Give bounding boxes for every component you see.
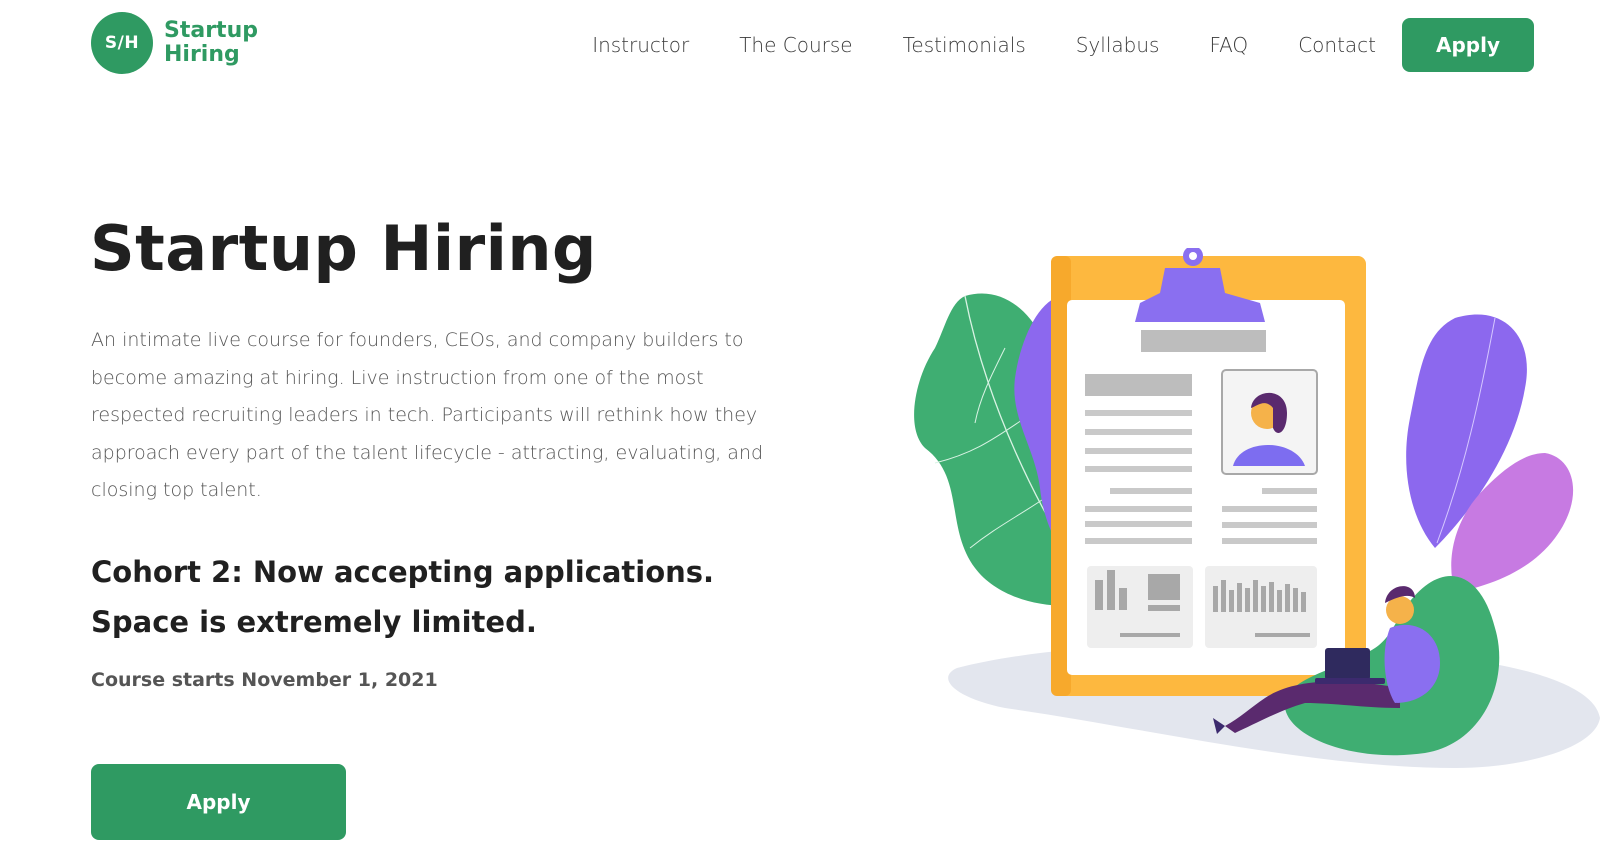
cohort-announcement: Cohort 2: Now accepting applications. Sp… bbox=[91, 555, 715, 639]
logo-text: Startup Hiring bbox=[164, 19, 258, 67]
resume-clipboard-illustration bbox=[914, 248, 1600, 768]
nav-apply-button[interactable]: Apply bbox=[1402, 18, 1534, 72]
course-start-date: Course starts November 1, 2021 bbox=[91, 669, 438, 691]
hero-title: Startup Hiring bbox=[90, 212, 597, 285]
resume-header-bar bbox=[1141, 330, 1266, 352]
logo-text-line2: Hiring bbox=[164, 42, 240, 67]
landing-page: S/H Startup Hiring Instructor The Course… bbox=[0, 0, 1610, 845]
nav-link-instructor[interactable]: Instructor bbox=[592, 33, 689, 57]
nav-link-faq[interactable]: FAQ bbox=[1209, 33, 1248, 57]
nav-link-testimonials[interactable]: Testimonials bbox=[903, 33, 1026, 57]
nav-link-the-course[interactable]: The Course bbox=[739, 33, 852, 57]
nav-link-contact[interactable]: Contact bbox=[1298, 33, 1376, 57]
laptop-base bbox=[1315, 678, 1385, 684]
resume-section-title bbox=[1085, 374, 1192, 396]
nav-link-syllabus[interactable]: Syllabus bbox=[1076, 33, 1160, 57]
clip-hole bbox=[1189, 252, 1197, 260]
laptop-screen bbox=[1325, 648, 1370, 680]
logo-badge: S/H bbox=[91, 12, 153, 74]
hero-apply-button[interactable]: Apply bbox=[91, 764, 346, 840]
logo-text-line1: Startup bbox=[164, 18, 258, 43]
hero-description: An intimate live course for founders, CE… bbox=[91, 329, 764, 501]
site-logo[interactable]: S/H Startup Hiring bbox=[91, 12, 258, 74]
main-nav: Instructor The Course Testimonials Sylla… bbox=[592, 18, 1534, 72]
